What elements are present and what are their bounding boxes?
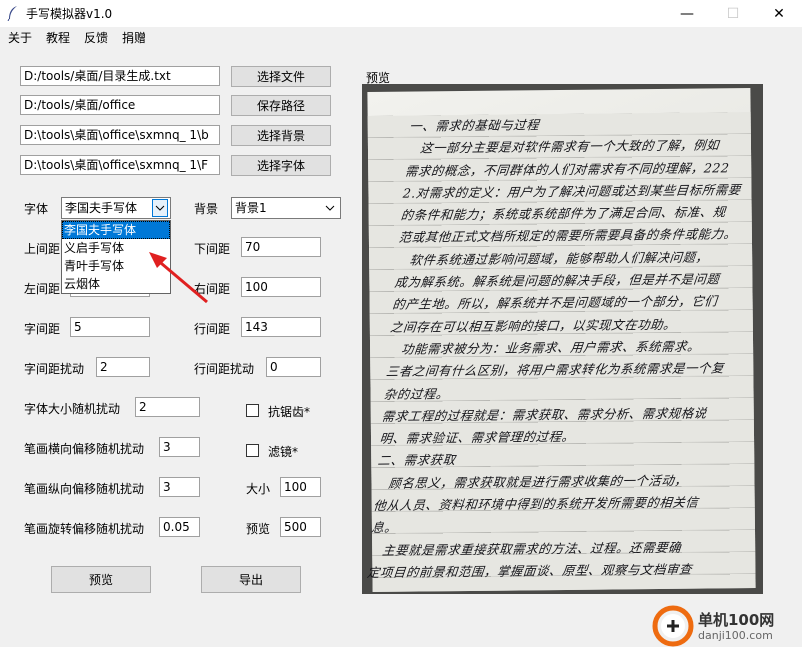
line-spacing-input[interactable]: 143 (241, 317, 321, 337)
choose-file-button[interactable]: 选择文件 (231, 66, 331, 87)
background-select-value: 背景1 (235, 201, 267, 215)
handwriting-text: 一、需求的基础与过程 这一部分主要是对软件需求有一个大致的了解，例如 需求的概念… (366, 112, 763, 584)
choose-font-button[interactable]: 选择字体 (231, 155, 331, 176)
background-path-input[interactable]: D:\tools\桌面\office\sxmnq_ 1\b (20, 125, 220, 145)
close-button[interactable]: ✕ (756, 0, 802, 27)
menu-donate[interactable]: 捐赠 (122, 29, 146, 46)
h-offset-input[interactable]: 3 (159, 437, 200, 457)
preview-size-label: 预览 (246, 522, 271, 536)
hw-line: 三者之间有什么区别，将用户需求转化为系统需求是一个复 (385, 360, 725, 380)
line-spacing-label: 行间距 (194, 322, 231, 336)
hw-line: 这一部分主要是对软件需求有一个大致的了解，例如 (406, 137, 720, 156)
save-path-button[interactable]: 保存路径 (231, 95, 331, 116)
size-input[interactable]: 100 (280, 477, 321, 497)
hw-line: 定项目的前景和范围，掌握面谈、原型、观察与文档审查 (366, 561, 693, 580)
menu-bar: 关于 教程 反馈 捐赠 (0, 27, 802, 47)
minimize-button[interactable]: — (664, 0, 710, 27)
filter-label: 滤镜* (268, 445, 299, 459)
char-jitter-input[interactable]: 2 (96, 357, 150, 377)
font-select-value: 李国夫手写体 (65, 201, 138, 215)
minimize-icon: — (680, 5, 694, 22)
close-icon: ✕ (773, 5, 785, 22)
char-spacing-input[interactable]: 5 (70, 317, 150, 337)
v-offset-input[interactable]: 3 (159, 477, 200, 497)
save-path-input[interactable]: D:/tools/桌面/office (20, 95, 220, 115)
hw-line: 需求工程的过程就是：需求获取、需求分析、需求规格说 (381, 405, 708, 424)
v-offset-label: 笔画纵向偏移随机扰动 (24, 482, 145, 496)
font-path-input[interactable]: D:\tools\桌面\office\sxmnq_ 1\F (20, 155, 220, 175)
char-jitter-label: 字间距扰动 (24, 362, 85, 376)
maximize-button[interactable]: ☐ (710, 0, 756, 27)
font-label: 字体 (24, 202, 49, 216)
background-select[interactable]: 背景1 (231, 197, 341, 219)
watermark-logo: 单机100网 danji100.com (652, 605, 802, 647)
hw-line: 的产生地。所以，解系统并不是问题域的一个部分，它们 (391, 293, 719, 313)
choose-background-button[interactable]: 选择背景 (231, 125, 331, 146)
char-spacing-label: 字间距 (24, 322, 61, 336)
hw-line: 他从人员、资料和环境中得到的系统开发所需要的相关信 (372, 494, 700, 514)
watermark-url: danji100.com (698, 629, 773, 642)
font-option[interactable]: 李国夫手写体 (62, 221, 170, 239)
left-margin-label: 左间距 (24, 282, 61, 296)
h-offset-label: 笔画横向偏移随机扰动 (24, 442, 145, 456)
menu-tutorial[interactable]: 教程 (46, 29, 70, 46)
title-bar: 手写模拟器v1.0 — ☐ ✕ (0, 0, 802, 27)
chevron-down-icon[interactable] (322, 199, 338, 217)
watermark-icon (652, 605, 694, 647)
preview-image: 一、需求的基础与过程 这一部分主要是对软件需求有一个大致的了解，例如 需求的概念… (362, 84, 763, 594)
rotation-input[interactable]: 0.05 (159, 517, 200, 537)
preview-paper: 一、需求的基础与过程 这一部分主要是对软件需求有一个大致的了解，例如 需求的概念… (366, 88, 756, 592)
font-select[interactable]: 李国夫手写体 (61, 197, 171, 219)
watermark-name: 单机100网 (698, 611, 775, 629)
line-jitter-input[interactable]: 0 (266, 357, 321, 377)
menu-feedback[interactable]: 反馈 (84, 29, 108, 46)
chevron-down-icon[interactable] (152, 199, 168, 217)
antialias-label: 抗锯齿* (268, 405, 311, 419)
feather-icon (7, 6, 17, 21)
filter-checkbox[interactable] (246, 444, 259, 457)
preview-size-input[interactable]: 500 (280, 517, 321, 537)
size-jitter-label: 字体大小随机扰动 (24, 402, 121, 416)
background-label: 背景 (194, 202, 219, 216)
window-title: 手写模拟器v1.0 (26, 7, 113, 21)
right-margin-input[interactable]: 100 (241, 277, 321, 297)
size-label: 大小 (246, 482, 271, 496)
rotation-label: 笔画旋转偏移随机扰动 (24, 522, 145, 536)
antialias-checkbox[interactable] (246, 404, 259, 417)
maximize-icon: ☐ (726, 5, 740, 22)
size-jitter-input[interactable]: 2 (135, 397, 200, 417)
text-file-path-input[interactable]: D:/tools/桌面/目录生成.txt (20, 66, 220, 86)
annotation-arrow-icon (149, 252, 208, 304)
bottom-margin-input[interactable]: 70 (241, 237, 321, 257)
line-jitter-label: 行间距扰动 (194, 362, 255, 376)
menu-about[interactable]: 关于 (8, 29, 32, 46)
export-button[interactable]: 导出 (201, 566, 301, 593)
preview-button[interactable]: 预览 (51, 566, 151, 593)
top-margin-label: 上间距 (24, 242, 61, 256)
